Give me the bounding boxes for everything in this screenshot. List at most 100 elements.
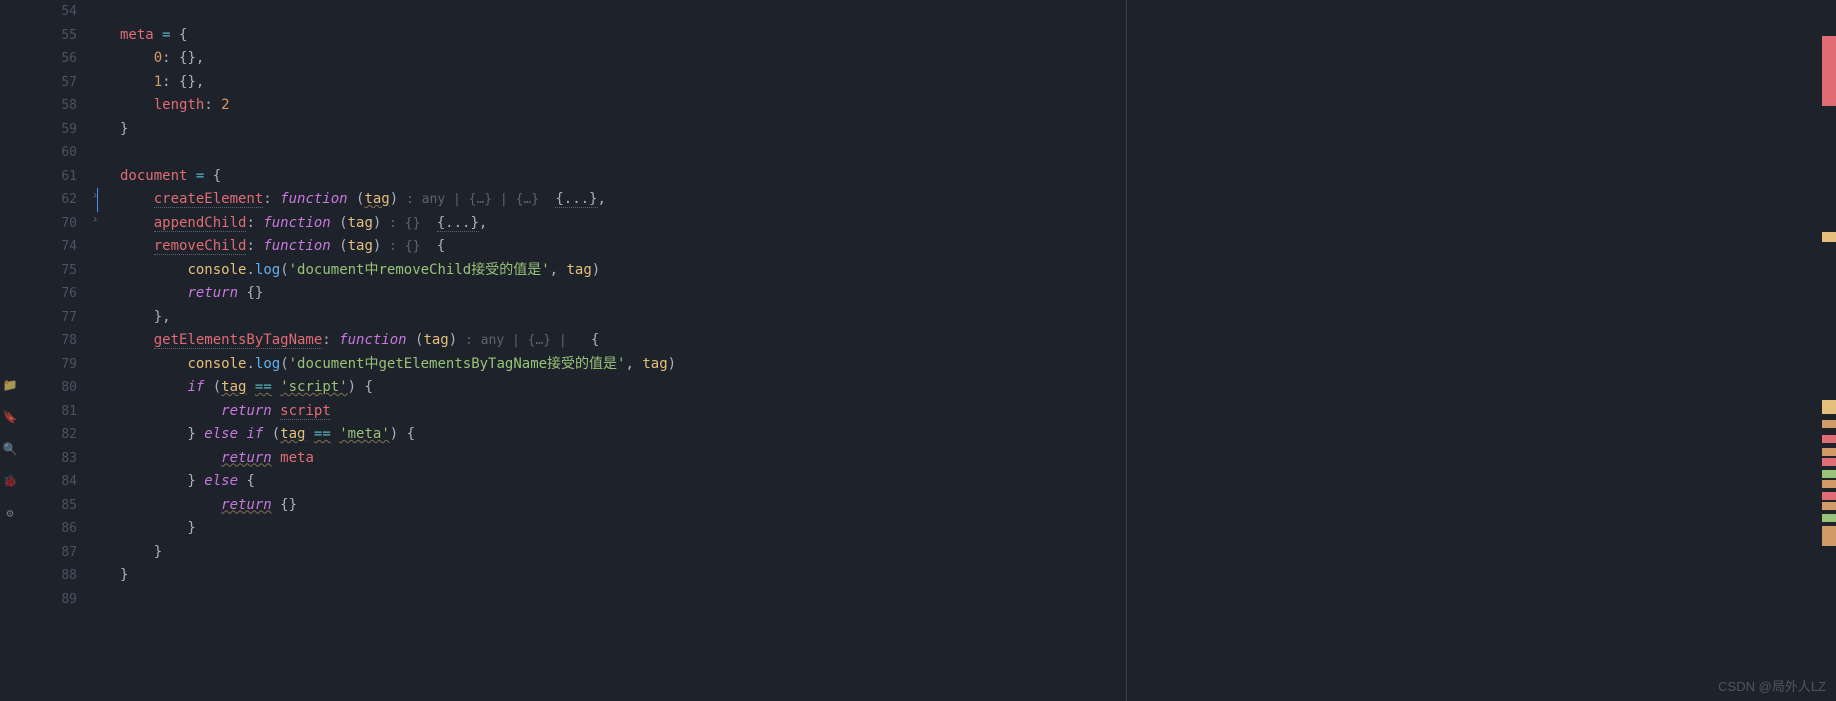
code-line[interactable]: } <box>120 118 128 142</box>
code-line[interactable]: meta = { <box>120 24 187 48</box>
line-number: 56 <box>20 47 85 71</box>
token: {} <box>238 285 263 301</box>
minimap-marker <box>1822 420 1836 428</box>
activity-icon[interactable]: 🔖 <box>2 410 18 426</box>
token: ( <box>280 262 288 278</box>
token <box>120 497 221 513</box>
token <box>120 238 154 254</box>
text-cursor <box>97 188 98 212</box>
token: {...} <box>437 215 479 232</box>
token: { <box>213 168 221 184</box>
token: 'meta' <box>339 426 390 442</box>
code-line[interactable]: removeChild: function (tag) : {} { <box>120 235 445 259</box>
token: ) <box>449 332 457 348</box>
code-line[interactable]: } <box>120 541 162 565</box>
token: 2 <box>221 97 229 113</box>
token: ( <box>407 332 424 348</box>
token <box>272 379 280 395</box>
token: meta <box>120 27 154 43</box>
code-line[interactable]: return meta <box>120 447 314 471</box>
line-number: 54 <box>20 0 85 24</box>
token: : {} <box>381 216 428 231</box>
line-number: 61 <box>20 165 85 189</box>
token: return <box>221 403 272 419</box>
code-line[interactable]: } <box>120 564 128 588</box>
minimap[interactable] <box>1822 0 1836 701</box>
token <box>120 356 187 372</box>
code-line[interactable]: 1: {}, <box>120 71 204 95</box>
line-number: 75 <box>20 259 85 283</box>
minimap-marker <box>1822 435 1836 443</box>
token: ( <box>331 238 348 254</box>
code-line[interactable]: getElementsByTagName: function (tag) : a… <box>120 329 599 353</box>
token <box>120 332 154 348</box>
line-number: 58 <box>20 94 85 118</box>
code-line[interactable]: length: 2 <box>120 94 230 118</box>
token: {} <box>179 50 196 66</box>
fold-collapsed-icon[interactable]: › <box>85 212 105 226</box>
line-number: 83 <box>20 447 85 471</box>
line-number: 74 <box>20 235 85 259</box>
code-line[interactable]: return {} <box>120 282 263 306</box>
token: 'document中getElementsByTagName接受的值是' <box>289 356 626 372</box>
code-line[interactable]: }, <box>120 306 171 330</box>
code-line[interactable]: return {} <box>120 494 297 518</box>
activity-icon[interactable]: 🔍 <box>2 442 18 458</box>
code-line[interactable]: } else if (tag == 'meta') { <box>120 423 415 447</box>
token: } <box>120 544 162 560</box>
token <box>204 168 212 184</box>
token: : any | {…} | <box>457 333 582 348</box>
code-editor[interactable]: 5455565758596061627074757677787980818283… <box>20 0 1820 701</box>
token: appendChild <box>154 215 247 232</box>
token <box>120 450 221 466</box>
token: ( <box>348 191 365 207</box>
token: == <box>314 426 331 442</box>
token: : <box>322 332 339 348</box>
line-number: 85 <box>20 494 85 518</box>
token <box>120 403 221 419</box>
token <box>120 215 154 231</box>
token: if <box>187 379 204 395</box>
code-content[interactable]: meta = { 0: {}, 1: {}, length: 2} documen… <box>105 0 1145 701</box>
token: tag <box>423 332 448 348</box>
token: return <box>221 497 272 513</box>
token: { <box>582 332 599 348</box>
token <box>120 97 154 113</box>
token: , <box>598 191 606 207</box>
code-line[interactable]: console.log('document中removeChild接受的值是',… <box>120 259 600 283</box>
code-line[interactable]: document = { <box>120 165 221 189</box>
code-line[interactable]: createElement: function (tag) : any | {…… <box>120 188 606 212</box>
token: } <box>120 426 204 442</box>
token <box>428 215 436 231</box>
code-line[interactable]: return script <box>120 400 331 424</box>
token: createElement <box>154 191 264 208</box>
token: 'script' <box>280 379 347 395</box>
token: : <box>263 191 280 207</box>
activity-icon[interactable]: 📁 <box>2 378 18 394</box>
code-line[interactable]: appendChild: function (tag) : {} {...}, <box>120 212 487 236</box>
token: : <box>162 74 179 90</box>
token: console <box>187 356 246 372</box>
code-line[interactable]: if (tag == 'script') { <box>120 376 373 400</box>
token: , <box>479 215 487 231</box>
line-number: 88 <box>20 564 85 588</box>
activity-icon[interactable]: ⚙ <box>2 506 18 522</box>
code-line[interactable]: } <box>120 517 196 541</box>
line-number: 87 <box>20 541 85 565</box>
token: , <box>196 50 204 66</box>
line-number-gutter: 5455565758596061627074757677787980818283… <box>20 0 85 701</box>
token: length <box>154 97 205 113</box>
code-line[interactable]: console.log('document中getElementsByTagNa… <box>120 353 676 377</box>
line-number: 77 <box>20 306 85 330</box>
code-line[interactable]: 0: {}, <box>120 47 204 71</box>
token: = <box>162 27 170 43</box>
line-number: 78 <box>20 329 85 353</box>
line-number: 80 <box>20 376 85 400</box>
token: tag <box>221 379 246 395</box>
code-line[interactable]: } else { <box>120 470 255 494</box>
token: log <box>255 356 280 372</box>
watermark-text: CSDN @局外人LZ <box>1718 676 1826 695</box>
token <box>331 426 339 442</box>
fold-collapsed-icon[interactable]: › <box>85 188 105 202</box>
activity-icon[interactable]: 🐞 <box>2 474 18 490</box>
